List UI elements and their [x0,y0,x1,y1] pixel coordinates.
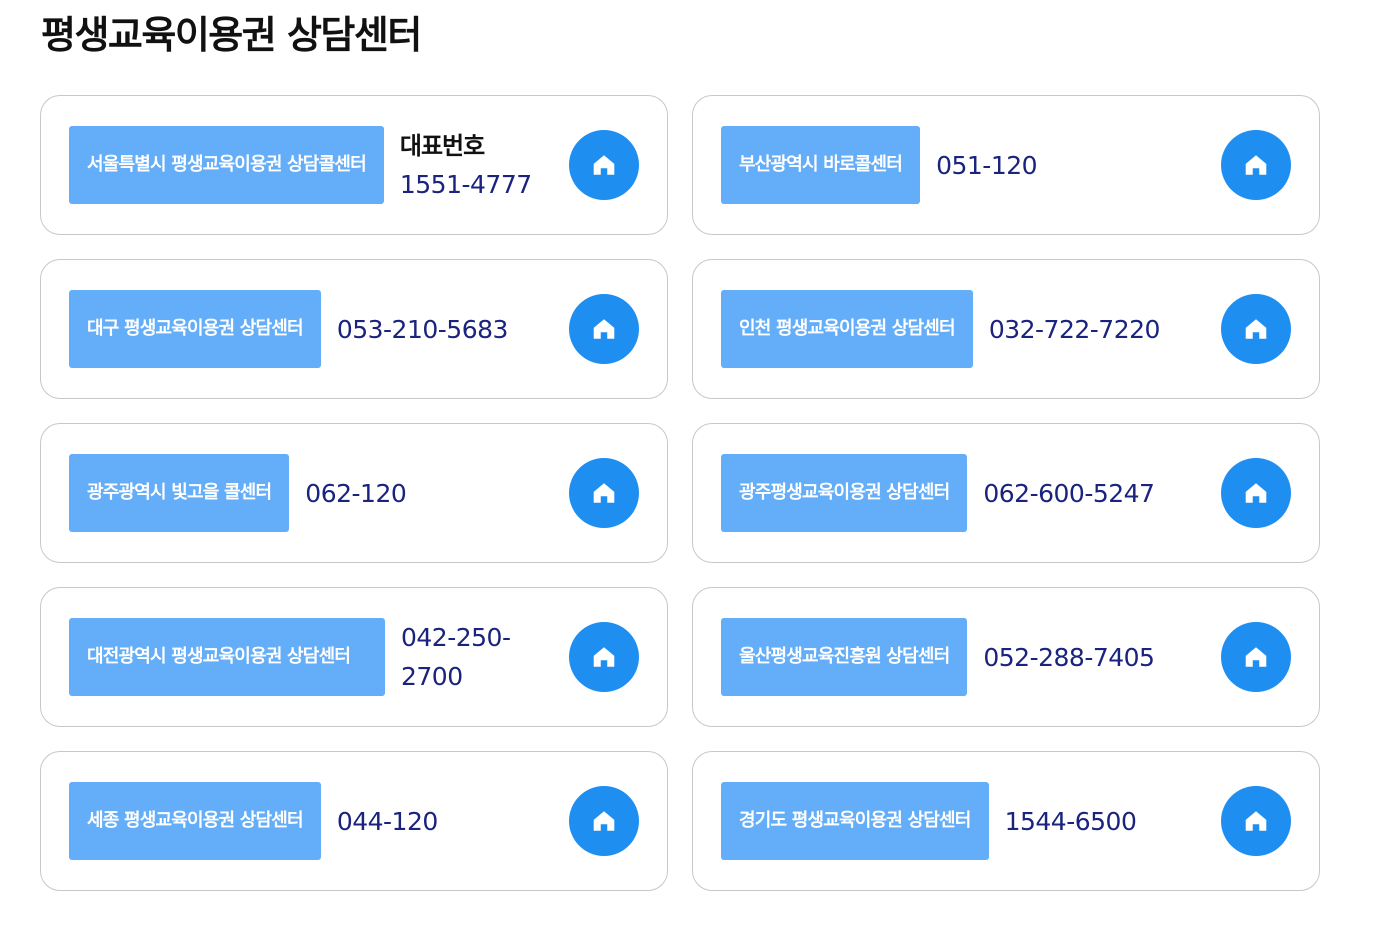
center-card-sejong: 세종 평생교육이용권 상담센터 044-120 [40,751,668,891]
phone-number: 1551-4777 [399,169,532,199]
center-card-busan: 부산광역시 바로콜센터 051-120 [692,95,1320,235]
phone-block: 052-288-7405 [983,638,1209,677]
center-card-daejeon: 대전광역시 평생교육이용권 상담센터 042-250-2700 [40,587,668,727]
center-card-daegu: 대구 평생교육이용권 상담센터 053-210-5683 [40,259,668,399]
center-name: 대전광역시 평생교육이용권 상담센터 [69,618,385,696]
phone-caption: 대표번호 [399,131,485,160]
phone-number: 053-210-5683 [336,314,509,344]
phone-block: 044-120 [337,802,557,841]
center-card-incheon: 인천 평생교육이용권 상담센터 032-722-7220 [692,259,1320,399]
phone-block: 대표번호 1551-4777 [400,127,557,204]
homepage-link-button[interactable] [1221,458,1291,528]
homepage-link-button[interactable] [569,294,639,364]
home-icon [1245,319,1267,339]
center-name: 광주광역시 빛고을 콜센터 [69,454,290,532]
phone-block: 1544-6500 [1005,802,1209,841]
homepage-link-button[interactable] [569,130,639,200]
center-card-ulsan: 울산평생교육진흥원 상담센터 052-288-7405 [692,587,1320,727]
phone-block: 032-722-7220 [989,310,1209,349]
home-icon [593,811,615,831]
phone-number: 062-120 [305,478,407,508]
homepage-link-button[interactable] [1221,786,1291,856]
center-name: 경기도 평생교육이용권 상담센터 [721,782,989,860]
homepage-link-button[interactable] [1221,622,1291,692]
phone-block: 051-120 [936,146,1209,185]
center-name: 부산광역시 바로콜센터 [721,126,921,204]
phone-number: 051-120 [936,150,1038,180]
phone-number: 1544-6500 [1004,806,1137,836]
home-icon [593,155,615,175]
phone-block: 062-120 [305,474,557,513]
home-icon [593,319,615,339]
home-icon [1245,483,1267,503]
homepage-link-button[interactable] [569,458,639,528]
center-name: 세종 평생교육이용권 상담센터 [69,782,321,860]
center-name: 울산평생교육진흥원 상담센터 [721,618,968,696]
center-name: 대구 평생교육이용권 상담센터 [69,290,321,368]
phone-number: 042-250-2700 [401,623,511,691]
center-card-gwangju-call: 광주광역시 빛고을 콜센터 062-120 [40,423,668,563]
home-icon [593,647,615,667]
center-name: 서울특별시 평생교육이용권 상담콜센터 [69,126,384,204]
phone-number: 032-722-7220 [988,314,1161,344]
phone-number: 044-120 [336,806,438,836]
phone-number: 052-288-7405 [983,642,1155,672]
phone-block: 042-250-2700 [401,618,519,696]
phone-block: 053-210-5683 [337,310,557,349]
center-name: 광주평생교육이용권 상담센터 [721,454,968,532]
center-name: 인천 평생교육이용권 상담센터 [721,290,973,368]
homepage-link-button[interactable] [1221,294,1291,364]
homepage-link-button[interactable] [1221,130,1291,200]
homepage-link-button[interactable] [569,786,639,856]
home-icon [1245,811,1267,831]
home-icon [1245,155,1267,175]
homepage-link-button[interactable] [569,622,639,692]
center-card-seoul: 서울특별시 평생교육이용권 상담콜센터 대표번호 1551-4777 [40,95,668,235]
center-card-gwangju: 광주평생교육이용권 상담센터 062-600-5247 [692,423,1320,563]
page-title: 평생교육이용권 상담센터 [41,13,422,57]
home-icon [593,483,615,503]
center-card-gyeonggi: 경기도 평생교육이용권 상담센터 1544-6500 [692,751,1320,891]
phone-block: 062-600-5247 [983,474,1209,513]
phone-number: 062-600-5247 [983,478,1155,508]
center-list: 서울특별시 평생교육이용권 상담콜센터 대표번호 1551-4777 부산광역시… [40,95,1320,891]
home-icon [1245,647,1267,667]
